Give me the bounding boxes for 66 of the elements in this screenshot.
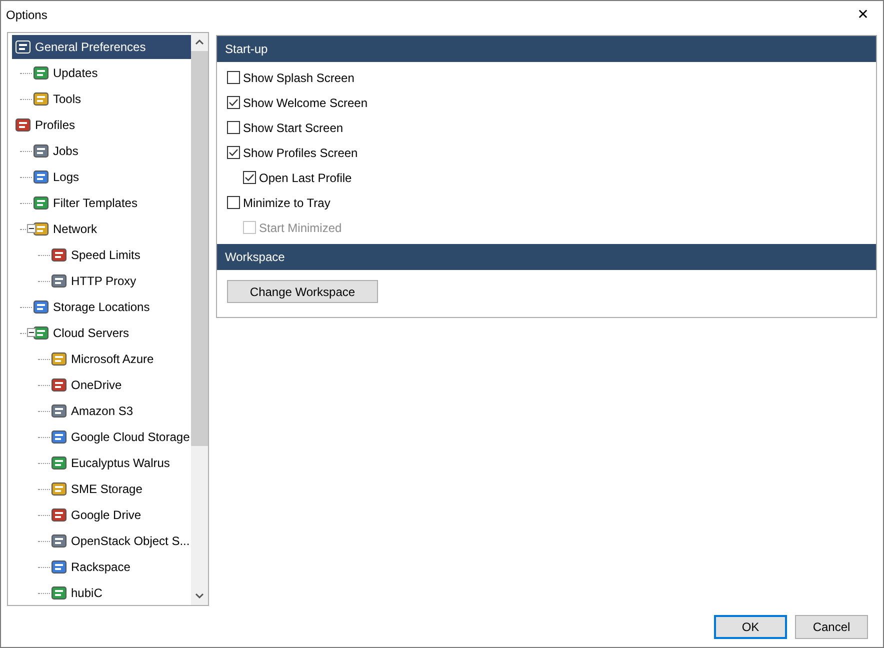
tree-item[interactable]: hubiC [48, 581, 106, 605]
scrollbar[interactable] [191, 33, 208, 605]
checkbox[interactable]: Show Welcome Screen [227, 96, 368, 110]
check-icon [228, 97, 239, 108]
tree-item[interactable]: HTTP Proxy [48, 269, 140, 293]
tree-item[interactable]: Profiles [12, 113, 80, 137]
tree-item-icon [33, 143, 49, 159]
tree-item-icon [33, 169, 49, 185]
tree-item-icon [51, 455, 67, 471]
tree-item-icon [33, 221, 49, 237]
tree-item-icon [33, 325, 49, 341]
collapse-icon[interactable] [27, 224, 36, 233]
tree-item[interactable]: General Preferences [12, 35, 191, 59]
tree-item-icon [33, 195, 49, 211]
ok-button[interactable]: OK [714, 615, 787, 639]
section-header: Workspace [217, 244, 876, 270]
tree-item[interactable]: Google Drive [48, 503, 146, 527]
tree-item[interactable]: Network [30, 217, 102, 241]
cancel-button[interactable]: Cancel [795, 615, 868, 639]
tree-item-icon [51, 507, 67, 523]
collapse-icon[interactable] [27, 328, 36, 337]
tree-item[interactable]: Cloud Servers [30, 321, 134, 345]
tree-item[interactable]: Amazon S3 [48, 399, 138, 423]
tree-item-icon [51, 247, 67, 263]
tree-item[interactable]: Google Cloud Storage [48, 425, 191, 449]
tree-item[interactable]: Microsoft Azure [48, 347, 158, 371]
tree-item-icon [33, 65, 49, 81]
tree-item[interactable]: Eucalyptus Walrus [48, 451, 174, 475]
tree-item[interactable]: Logs [30, 165, 84, 189]
tree-item[interactable]: Rackspace [48, 555, 134, 579]
tree-item[interactable]: OpenStack Object S... [48, 529, 191, 553]
tree-item-icon [51, 533, 67, 549]
checkbox[interactable]: Show Start Screen [227, 120, 344, 134]
window-title: Options [6, 8, 48, 22]
scroll-up-icon[interactable] [195, 39, 204, 45]
checkbox[interactable]: Open Last Profile [243, 170, 352, 184]
tree-item[interactable]: SME Storage [48, 477, 146, 501]
tree-item-icon [51, 273, 67, 289]
tree-item[interactable]: Updates [30, 61, 102, 85]
tree-item-icon [51, 481, 67, 497]
check-icon [244, 172, 255, 183]
tree-item-icon [15, 117, 31, 133]
checkbox[interactable]: Show Splash Screen [227, 70, 354, 84]
tree-item-icon [51, 585, 67, 601]
tree-item-icon [51, 377, 67, 393]
tree-item-icon [51, 351, 67, 367]
close-button[interactable]: ✕ [843, 2, 883, 28]
tree-item[interactable]: OneDrive [48, 373, 126, 397]
tree-item-icon [15, 39, 31, 55]
scroll-thumb[interactable] [191, 51, 208, 446]
change-workspace-button[interactable]: Change Workspace [227, 280, 378, 303]
tree-item[interactable]: Jobs [30, 139, 82, 163]
checkbox[interactable]: Minimize to Tray [227, 196, 330, 210]
checkbox[interactable]: Show Profiles Screen [227, 146, 358, 160]
tree-item-icon [51, 429, 67, 445]
tree-item[interactable]: Storage Locations [30, 295, 154, 319]
tree-item-icon [51, 403, 67, 419]
tree-item[interactable]: Filter Templates [30, 191, 142, 215]
tree-item-icon [51, 559, 67, 575]
check-icon [228, 147, 239, 158]
tree-item[interactable]: Tools [30, 87, 86, 111]
section-header: Start-up [217, 36, 876, 62]
scroll-down-icon[interactable] [195, 593, 204, 599]
tree-item[interactable]: Speed Limits [48, 243, 144, 267]
tree-item-icon [33, 299, 49, 315]
tree-item-icon [33, 91, 49, 107]
